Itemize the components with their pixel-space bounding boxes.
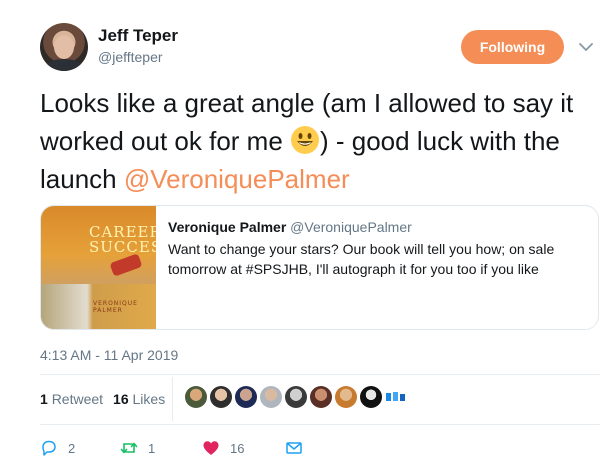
book-cover-image: CAREER SUCCESS VERONIQUE PALMER bbox=[41, 206, 156, 329]
book-cover-figure bbox=[109, 253, 143, 277]
envelope-icon bbox=[286, 442, 302, 454]
author-avatar[interactable] bbox=[40, 23, 88, 71]
retweet-stat-count: 1 bbox=[40, 391, 48, 407]
book-cover-author: VERONIQUE PALMER bbox=[93, 300, 138, 314]
tweet-timestamp[interactable]: 4:13 AM - 11 Apr 2019 bbox=[40, 347, 178, 363]
retweet-stat-label: Retweet bbox=[51, 391, 104, 407]
retweet-count: 1 bbox=[148, 440, 156, 456]
author-handle[interactable]: @jeffteper bbox=[98, 49, 163, 65]
likes-stat[interactable]: 16 Likes bbox=[113, 391, 165, 407]
liker-avatar[interactable] bbox=[210, 386, 232, 408]
chevron-down-icon[interactable] bbox=[577, 38, 595, 56]
retweet-stat[interactable]: 1 Retweet bbox=[40, 391, 103, 407]
quoted-author-handle: @VeroniquePalmer bbox=[290, 219, 412, 235]
smiling-emoji-icon bbox=[291, 126, 319, 154]
divider bbox=[40, 424, 600, 425]
liker-avatar[interactable] bbox=[335, 386, 357, 408]
author-name[interactable]: Jeff Teper bbox=[98, 26, 178, 46]
liker-avatar[interactable] bbox=[260, 386, 282, 408]
tweet-actions: 2 1 16 bbox=[40, 437, 340, 459]
liker-avatar[interactable] bbox=[360, 386, 382, 408]
liker-avatar[interactable] bbox=[235, 386, 257, 408]
likers-avatars[interactable] bbox=[185, 386, 407, 408]
like-button[interactable]: 16 bbox=[202, 437, 244, 459]
retweet-icon bbox=[120, 442, 138, 454]
liker-avatar[interactable] bbox=[310, 386, 332, 408]
retweet-button[interactable]: 1 bbox=[120, 437, 155, 459]
book-cover-title: CAREER SUCCESS bbox=[89, 223, 156, 256]
like-count: 16 bbox=[230, 440, 245, 456]
tweet-stats: 1 Retweet 16 Likes bbox=[40, 391, 165, 407]
likes-stat-label: Likes bbox=[132, 391, 166, 407]
liker-avatar[interactable] bbox=[185, 386, 207, 408]
reply-count: 2 bbox=[68, 440, 76, 456]
liker-avatar[interactable] bbox=[285, 386, 307, 408]
mention-link[interactable]: @VeroniquePalmer bbox=[124, 164, 350, 194]
quoted-tweet[interactable]: CAREER SUCCESS VERONIQUE PALMER Veroniqu… bbox=[40, 205, 599, 330]
stats-separator bbox=[172, 377, 173, 421]
liker-avatar[interactable] bbox=[385, 386, 407, 408]
divider bbox=[40, 374, 600, 375]
heart-icon bbox=[203, 441, 219, 455]
reply-button[interactable]: 2 bbox=[40, 437, 75, 459]
logo-icon bbox=[386, 392, 405, 401]
quoted-author-name: Veronique Palmer bbox=[168, 219, 287, 235]
likes-stat-count: 16 bbox=[113, 391, 129, 407]
quoted-tweet-text: Want to change your stars? Our book will… bbox=[168, 241, 555, 277]
following-button[interactable]: Following bbox=[461, 30, 564, 64]
direct-message-button[interactable] bbox=[285, 437, 303, 459]
tweet-text: Looks like a great angle (am I allowed t… bbox=[40, 84, 600, 198]
quoted-author: Veronique Palmer @VeroniquePalmer bbox=[168, 219, 412, 235]
reply-icon bbox=[42, 440, 56, 456]
